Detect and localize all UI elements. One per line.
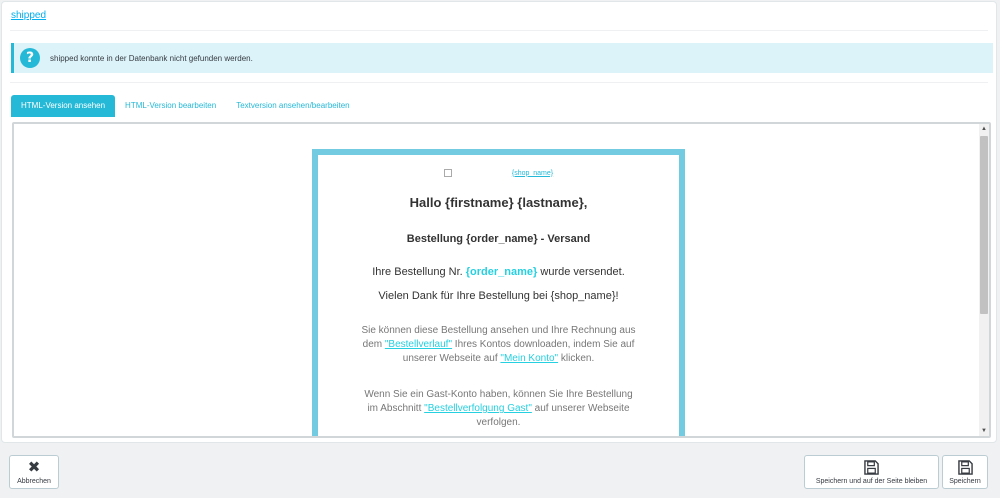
my-account-link[interactable]: "Mein Konto" xyxy=(500,353,558,364)
shop-logo[interactable]: {shop_name} xyxy=(318,169,679,177)
preview-scrollbar[interactable]: ▲ ▼ xyxy=(979,124,989,436)
close-icon: ✖ xyxy=(27,457,41,476)
email-paragraph-guest: Wenn Sie ein Gast-Konto haben, können Si… xyxy=(364,389,633,428)
email-thanks-line: Vielen Dank für Ihre Bestellung bei {sho… xyxy=(378,290,619,302)
tab-text-edit[interactable]: Textversion ansehen/bearbeiten xyxy=(226,95,359,117)
broken-image-icon xyxy=(443,169,452,177)
email-body: {shop_name} Hallo {firstname} {lastname}… xyxy=(312,149,685,436)
cancel-label: Abbrechen xyxy=(17,477,51,485)
tab-html-view[interactable]: HTML-Version ansehen xyxy=(11,95,116,117)
cancel-button[interactable]: ✖ Abbrechen xyxy=(9,455,59,489)
floppy-disk-icon xyxy=(864,459,879,475)
scroll-up-icon[interactable]: ▲ xyxy=(979,124,989,134)
divider xyxy=(10,82,988,83)
save-label: Speichern xyxy=(949,477,981,485)
tab-bar: HTML-Version ansehen HTML-Version bearbe… xyxy=(11,95,360,117)
order-history-link[interactable]: "Bestellverlauf" xyxy=(385,339,452,350)
save-and-stay-label: Speichern und auf der Seite bleiben xyxy=(815,477,928,485)
question-circle-icon: ? xyxy=(20,48,40,68)
order-name-variable: {order_name} xyxy=(465,266,538,278)
email-preview-frame[interactable]: {shop_name} Hallo {firstname} {lastname}… xyxy=(12,122,991,438)
scroll-down-icon[interactable]: ▼ xyxy=(979,426,989,436)
save-button[interactable]: Speichern xyxy=(942,455,988,489)
save-and-stay-button[interactable]: Speichern und auf der Seite bleiben xyxy=(804,455,939,489)
divider xyxy=(10,30,988,31)
logo-alt-text[interactable]: {shop_name} xyxy=(512,170,553,177)
main-panel: shipped ? shipped konnte in der Datenban… xyxy=(1,1,997,443)
alert-text: shipped konnte in der Datenbank nicht ge… xyxy=(50,53,253,63)
email-paragraph-history: Sie können diese Bestellung ansehen und … xyxy=(361,325,636,364)
scroll-thumb[interactable] xyxy=(980,136,988,314)
guest-tracking-link[interactable]: "Bestellverfolgung Gast" xyxy=(424,403,532,414)
email-order-line: Ihre Bestellung Nr. {order_name} wurde v… xyxy=(372,266,625,278)
floppy-disk-icon xyxy=(957,459,973,475)
email-subject: Bestellung {order_name} - Versand xyxy=(406,233,591,245)
tab-html-edit[interactable]: HTML-Version bearbeiten xyxy=(115,95,226,117)
info-alert: ? shipped konnte in der Datenbank nicht … xyxy=(11,43,993,73)
email-greeting: Hallo {firstname} {lastname}, xyxy=(409,195,588,210)
file-link-shipped[interactable]: shipped xyxy=(11,10,46,21)
